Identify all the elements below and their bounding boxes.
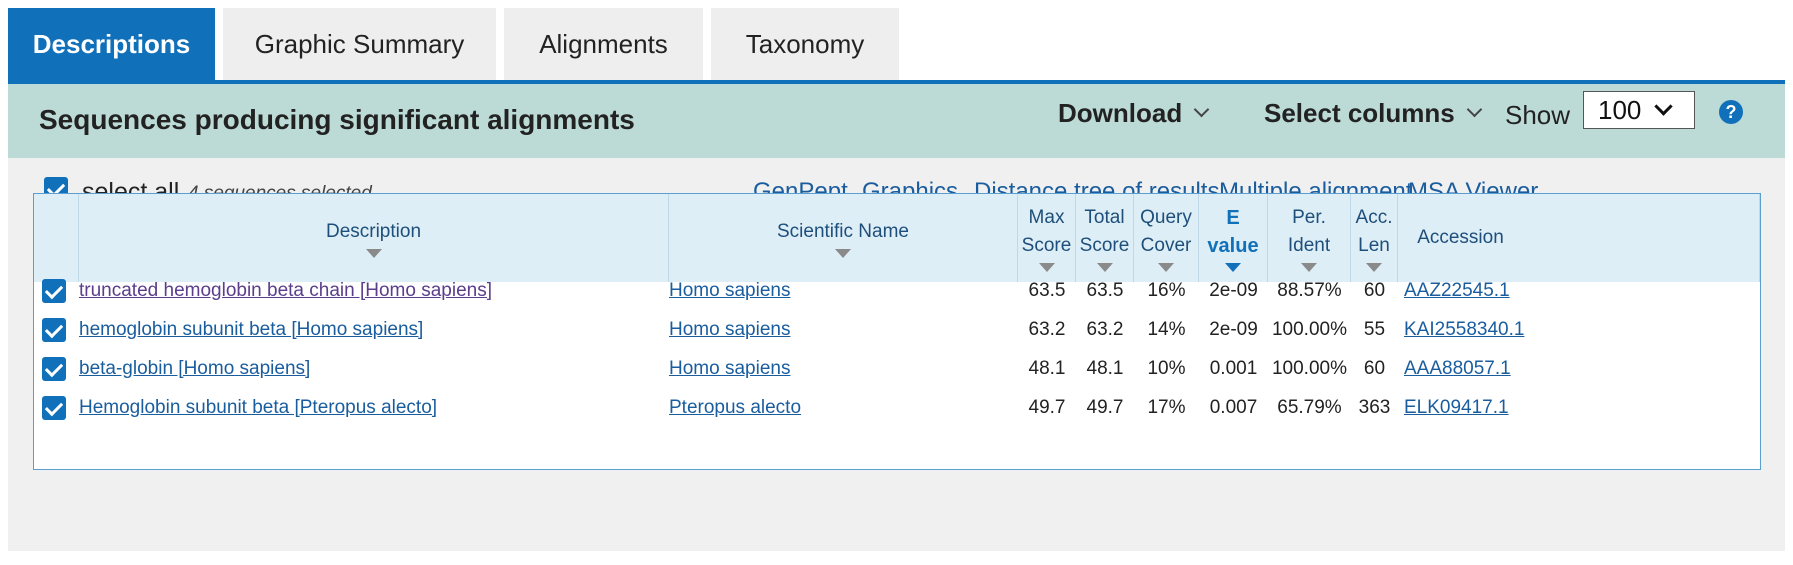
column-label-line: Ident bbox=[1287, 235, 1331, 256]
show-count-value: 100 bbox=[1598, 94, 1642, 125]
total-score: 49.7 bbox=[1086, 397, 1124, 418]
max-score: 48.1 bbox=[1028, 358, 1066, 379]
scientific-name-link[interactable]: Homo sapiens bbox=[669, 280, 790, 302]
sort-icon bbox=[835, 249, 851, 258]
e-value: 0.007 bbox=[1209, 397, 1258, 418]
column-label-line: Query bbox=[1140, 207, 1192, 228]
tab-taxonomy[interactable]: Taxonomy bbox=[711, 8, 899, 80]
column-label: Accession bbox=[1417, 227, 1504, 248]
row-checkbox[interactable] bbox=[42, 279, 66, 303]
table-row: hemoglobin subunit beta [Homo sapiens] H… bbox=[34, 308, 1760, 352]
show-label: Show bbox=[1505, 100, 1571, 130]
row-checkbox[interactable] bbox=[42, 396, 66, 420]
caret-down-icon bbox=[1654, 97, 1673, 116]
total-score: 48.1 bbox=[1086, 358, 1124, 379]
column-label-line: Max bbox=[1028, 207, 1065, 228]
checkmark-icon bbox=[44, 358, 64, 377]
column-label-line: Len bbox=[1358, 235, 1390, 256]
accession-link[interactable]: AAZ22545.1 bbox=[1404, 280, 1510, 302]
results-tabs: Descriptions Graphic Summary Alignments … bbox=[8, 8, 907, 80]
column-label-line: Score bbox=[1079, 235, 1130, 256]
per-ident: 100.00% bbox=[1271, 319, 1347, 340]
acc-len: 60 bbox=[1363, 358, 1386, 379]
description-link[interactable]: truncated hemoglobin beta chain [Homo sa… bbox=[79, 280, 492, 302]
row-checkbox[interactable] bbox=[42, 318, 66, 342]
e-value: 2e-09 bbox=[1209, 319, 1258, 340]
max-score: 49.7 bbox=[1028, 397, 1066, 418]
column-label-line: value bbox=[1207, 235, 1259, 257]
scientific-name-link[interactable]: Homo sapiens bbox=[669, 358, 790, 380]
row-checkbox[interactable] bbox=[42, 357, 66, 381]
column-label-line: Acc. bbox=[1355, 207, 1393, 228]
accession-link[interactable]: KAI2558340.1 bbox=[1404, 319, 1524, 341]
scientific-name-link[interactable]: Pteropus alecto bbox=[669, 397, 801, 419]
scientific-name-link[interactable]: Homo sapiens bbox=[669, 319, 790, 341]
show-count-select[interactable]: 100 bbox=[1583, 91, 1695, 129]
download-dropdown[interactable]: Download bbox=[1058, 98, 1210, 129]
column-label-line: Cover bbox=[1140, 235, 1192, 256]
select-columns-label: Select columns bbox=[1264, 98, 1455, 128]
acc-len: 363 bbox=[1358, 397, 1391, 418]
max-score: 63.2 bbox=[1028, 319, 1066, 340]
description-link[interactable]: Hemoglobin subunit beta [Pteropus alecto… bbox=[79, 397, 437, 419]
per-ident: 65.79% bbox=[1277, 397, 1342, 418]
help-icon[interactable]: ? bbox=[1719, 100, 1743, 124]
table-row: truncated hemoglobin beta chain [Homo sa… bbox=[34, 269, 1760, 313]
description-link[interactable]: beta-globin [Homo sapiens] bbox=[79, 358, 310, 380]
checkmark-icon bbox=[44, 397, 64, 416]
page-title: Sequences producing significant alignmen… bbox=[39, 104, 635, 135]
column-label-line: E bbox=[1226, 207, 1240, 229]
chevron-down-icon bbox=[1193, 101, 1210, 118]
column-label-line: Score bbox=[1021, 235, 1072, 256]
tab-graphic-summary[interactable]: Graphic Summary bbox=[223, 8, 496, 80]
sort-icon bbox=[365, 249, 382, 258]
total-score: 63.2 bbox=[1086, 319, 1124, 340]
e-value: 0.001 bbox=[1209, 358, 1258, 379]
query-cover: 16% bbox=[1147, 280, 1186, 301]
column-label-line: Per. bbox=[1292, 207, 1326, 228]
tab-alignments[interactable]: Alignments bbox=[504, 8, 703, 80]
column-label: Scientific Name bbox=[777, 221, 909, 242]
per-ident: 100.00% bbox=[1271, 358, 1347, 379]
description-link[interactable]: hemoglobin subunit beta [Homo sapiens] bbox=[79, 319, 423, 341]
results-body: select all 4 sequences selected GenPept … bbox=[8, 158, 1785, 551]
checkmark-icon bbox=[44, 280, 64, 299]
total-score: 63.5 bbox=[1086, 280, 1124, 301]
column-label-line: Total bbox=[1084, 207, 1125, 228]
chevron-down-icon bbox=[1466, 101, 1483, 118]
select-columns-dropdown[interactable]: Select columns bbox=[1264, 98, 1483, 129]
per-ident: 88.57% bbox=[1277, 280, 1342, 301]
acc-len: 55 bbox=[1363, 319, 1386, 340]
tab-descriptions[interactable]: Descriptions bbox=[8, 8, 215, 80]
query-cover: 10% bbox=[1147, 358, 1186, 379]
table-row: beta-globin [Homo sapiens] Homo sapiens … bbox=[34, 347, 1760, 391]
download-label: Download bbox=[1058, 98, 1183, 128]
accession-link[interactable]: AAA88057.1 bbox=[1404, 358, 1511, 380]
column-label: Description bbox=[325, 221, 422, 242]
acc-len: 60 bbox=[1363, 280, 1386, 301]
table-row: Hemoglobin subunit beta [Pteropus alecto… bbox=[34, 386, 1760, 430]
accession-link[interactable]: ELK09417.1 bbox=[1404, 397, 1509, 419]
e-value: 2e-09 bbox=[1209, 280, 1258, 301]
query-cover: 14% bbox=[1147, 319, 1186, 340]
max-score: 63.5 bbox=[1028, 280, 1066, 301]
query-cover: 17% bbox=[1147, 397, 1186, 418]
results-header: Sequences producing significant alignmen… bbox=[8, 84, 1785, 158]
checkmark-icon bbox=[44, 319, 64, 338]
results-table: Description Scientific Name Max Score To… bbox=[33, 193, 1761, 470]
